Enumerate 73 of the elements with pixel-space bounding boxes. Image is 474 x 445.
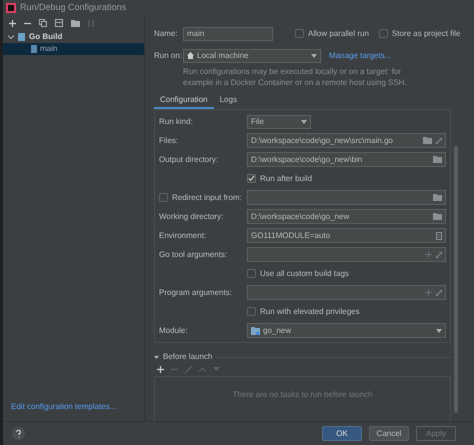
save-icon[interactable] xyxy=(55,19,63,27)
document-icon[interactable] xyxy=(436,232,442,240)
move-up-icon[interactable] xyxy=(199,367,206,372)
folder-icon[interactable] xyxy=(433,156,442,163)
tab[interactable]: Logs xyxy=(214,92,243,109)
move-down-icon[interactable] xyxy=(213,367,220,372)
folder-icon[interactable] xyxy=(423,137,432,144)
file-icon xyxy=(31,45,37,53)
edit-templates-link[interactable]: Edit configuration templates... xyxy=(3,401,144,413)
expand-icon[interactable] xyxy=(436,290,442,296)
folder-icon[interactable] xyxy=(71,20,80,26)
expand-icon[interactable] xyxy=(436,138,442,144)
dialog-button[interactable]: OK xyxy=(322,426,362,441)
checkbox-label: Store as project file xyxy=(392,28,460,40)
field-label: Output directory: xyxy=(159,154,220,166)
folder-icon[interactable] xyxy=(433,194,442,201)
run-on-label: Run on: xyxy=(154,50,183,62)
help-icon[interactable] xyxy=(12,427,25,440)
checkbox[interactable] xyxy=(247,307,256,316)
home-icon xyxy=(187,52,194,59)
input-field[interactable] xyxy=(247,190,446,205)
app-logo-icon xyxy=(6,3,16,13)
add-icon[interactable] xyxy=(9,20,16,26)
checkbox-label: Redirect input from: xyxy=(172,192,242,204)
input-field[interactable]: GO111MODULE=auto xyxy=(247,228,446,243)
input-field[interactable] xyxy=(247,247,446,262)
checkbox-label: Allow parallel run xyxy=(308,28,369,40)
add-icon[interactable] xyxy=(157,366,164,373)
expand-icon[interactable] xyxy=(436,252,442,258)
run-on-hint: Run configurations may be executed locally or on a target: for example in a Docker Container or on a remote host using SSH. xyxy=(183,66,408,88)
tree-item[interactable]: main xyxy=(3,43,144,55)
checkbox-label: Run after build xyxy=(260,172,312,184)
tree-item[interactable]: Go Build xyxy=(29,31,62,43)
checkbox[interactable] xyxy=(247,269,256,278)
input-field[interactable]: D:\workspace\code\go_new xyxy=(247,209,446,224)
copy-icon[interactable] xyxy=(39,19,47,27)
caret-icon xyxy=(311,54,317,58)
name-label: Name: xyxy=(154,28,179,40)
module-dropdown[interactable]: go_new xyxy=(247,323,446,338)
dialog-button[interactable]: Cancel xyxy=(369,426,409,441)
run-kind-dropdown[interactable]: File xyxy=(247,114,311,128)
manage-targets-link[interactable]: Manage targets... xyxy=(329,50,392,62)
checkbox[interactable] xyxy=(159,193,168,202)
tab[interactable]: Configuration xyxy=(154,92,214,109)
field-label: Go tool arguments: xyxy=(159,248,228,260)
field-label: Run kind: xyxy=(159,116,194,128)
field-label: Program arguments: xyxy=(159,286,233,298)
plus-icon[interactable] xyxy=(425,289,432,296)
checkbox-label: Use all custom build tags xyxy=(260,268,349,280)
section-title: Before launch xyxy=(163,351,212,363)
input-field[interactable]: D:\workspace\code\go_new\bin xyxy=(247,152,446,167)
field-label: Module: xyxy=(159,324,188,336)
caret-icon xyxy=(301,120,307,124)
run-on-dropdown[interactable]: Local machine xyxy=(183,48,321,62)
name-field[interactable]: main xyxy=(183,26,273,40)
module-folder-icon xyxy=(251,326,260,334)
field-label: Files: xyxy=(159,134,180,146)
checkbox[interactable] xyxy=(295,29,304,38)
plus-icon[interactable] xyxy=(425,251,432,258)
edit-icon[interactable] xyxy=(185,366,192,373)
caret-icon xyxy=(436,328,442,332)
collapse-arrow-icon[interactable] xyxy=(154,354,159,360)
input-field[interactable]: D:\workspace\code\go_new\src\main.go xyxy=(247,133,446,148)
checkbox[interactable] xyxy=(247,174,256,183)
window-title: Run/Debug Configurations xyxy=(20,1,126,14)
checkbox[interactable] xyxy=(378,29,388,38)
go-file-icon xyxy=(18,33,25,41)
field-label: Working directory: xyxy=(159,210,224,222)
field-label: Environment: xyxy=(159,230,208,242)
input-field[interactable] xyxy=(247,285,446,300)
empty-text: There are no tasks to run before launch xyxy=(232,389,373,401)
checkbox-label: Run with elevated privileges xyxy=(260,306,360,318)
folder-icon[interactable] xyxy=(433,213,442,220)
